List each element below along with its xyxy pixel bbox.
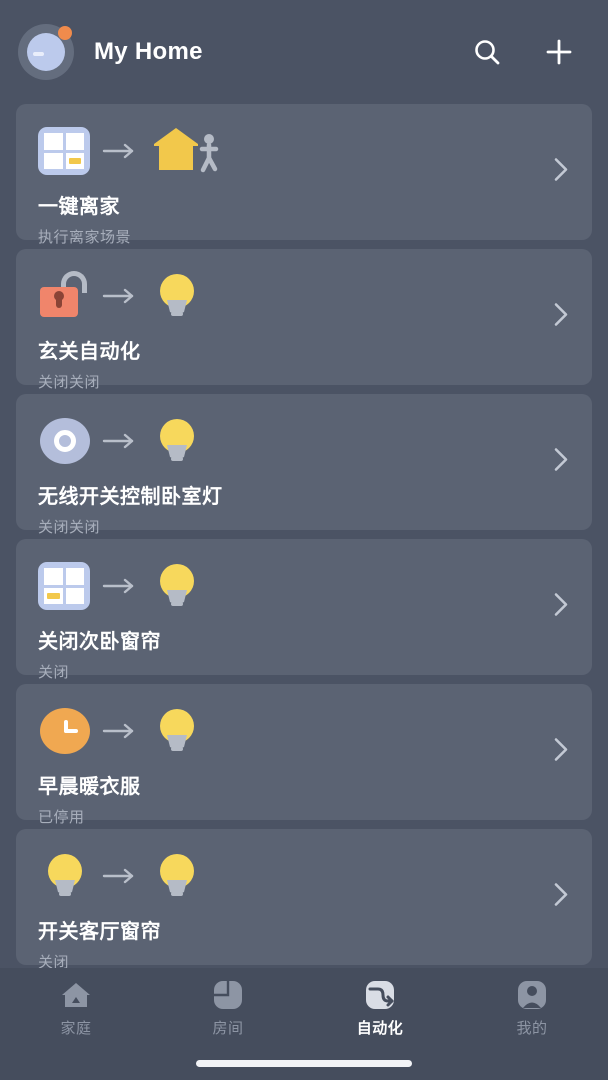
nav-item-home[interactable]: 家庭 bbox=[0, 978, 152, 1038]
avatar[interactable] bbox=[18, 24, 74, 80]
automation-subtitle: 关闭 bbox=[38, 664, 70, 681]
automation-card[interactable]: 无线开关控制卧室灯 关闭关闭 bbox=[16, 394, 592, 536]
automation-card[interactable]: 玄关自动化 关闭关闭 bbox=[16, 249, 592, 391]
automation-title: 早晨暖衣服 bbox=[38, 776, 141, 798]
profile-icon bbox=[515, 978, 549, 1012]
nav-label: 我的 bbox=[516, 1020, 548, 1037]
automation-card[interactable]: 开关客厅窗帘 关闭 bbox=[16, 829, 592, 971]
notification-dot bbox=[58, 26, 72, 40]
avatar-face-detail bbox=[33, 52, 44, 56]
automation-subtitle: 执行离家场景 bbox=[38, 229, 132, 246]
chevron-right-icon[interactable] bbox=[552, 880, 570, 915]
nav-item-profile[interactable]: 我的 bbox=[456, 978, 608, 1038]
lightbulb-icon bbox=[38, 849, 92, 903]
search-button[interactable] bbox=[464, 29, 510, 75]
search-icon bbox=[475, 40, 500, 65]
automation-icon-row bbox=[38, 704, 592, 758]
arrow-right-icon bbox=[92, 722, 150, 740]
nav-item-rooms[interactable]: 房间 bbox=[152, 978, 304, 1038]
bottom-navigation: 家庭 房间 自动化 我的 bbox=[0, 968, 608, 1080]
automation-title: 一键离家 bbox=[38, 196, 120, 218]
automation-title: 关闭次卧窗帘 bbox=[38, 631, 161, 653]
automation-title: 玄关自动化 bbox=[38, 341, 141, 363]
automation-icon-row bbox=[38, 559, 592, 613]
page-title: My Home bbox=[94, 38, 203, 65]
lightbulb-icon bbox=[150, 849, 204, 903]
home-icon bbox=[59, 978, 93, 1012]
arrow-right-icon bbox=[92, 577, 150, 595]
chevron-right-icon[interactable] bbox=[552, 590, 570, 625]
automation-card[interactable]: 关闭次卧窗帘 关闭 bbox=[16, 539, 592, 681]
wireless-switch-icon bbox=[38, 414, 92, 468]
house-leaving-icon bbox=[150, 124, 230, 178]
automation-title: 无线开关控制卧室灯 bbox=[38, 486, 223, 508]
arrow-right-icon bbox=[92, 287, 150, 305]
chevron-right-icon[interactable] bbox=[552, 735, 570, 770]
app-header: My Home bbox=[0, 0, 608, 104]
automation-card[interactable]: 早晨暖衣服 已停用 bbox=[16, 684, 592, 826]
automation-icon-row bbox=[38, 124, 592, 178]
panel-switch-icon bbox=[38, 124, 92, 178]
nav-item-automation[interactable]: 自动化 bbox=[304, 978, 456, 1038]
panel-switch-icon bbox=[38, 559, 92, 613]
nav-label: 家庭 bbox=[60, 1020, 92, 1037]
lightbulb-icon bbox=[150, 559, 204, 613]
automation-subtitle: 已停用 bbox=[38, 809, 85, 826]
rooms-icon bbox=[211, 978, 245, 1012]
automation-icon-row bbox=[38, 269, 592, 323]
arrow-right-icon bbox=[92, 867, 150, 885]
automation-title: 开关客厅窗帘 bbox=[38, 921, 161, 943]
arrow-right-icon bbox=[92, 142, 150, 160]
clock-icon bbox=[38, 704, 92, 758]
automation-list: 一键离家 执行离家场景 玄关自动化 关闭关闭 无线开关控制卧室灯 关闭关闭 关闭… bbox=[0, 104, 608, 971]
home-indicator[interactable] bbox=[196, 1060, 412, 1067]
arrow-right-icon bbox=[92, 432, 150, 450]
automation-icon bbox=[363, 978, 397, 1012]
unlocked-padlock-icon bbox=[38, 269, 92, 323]
automation-icon-row bbox=[38, 414, 592, 468]
automation-subtitle: 关闭关闭 bbox=[38, 519, 101, 536]
nav-label: 房间 bbox=[212, 1020, 244, 1037]
automation-icon-row bbox=[38, 849, 592, 903]
lightbulb-icon bbox=[150, 269, 204, 323]
nav-label: 自动化 bbox=[356, 1020, 404, 1037]
chevron-right-icon[interactable] bbox=[552, 155, 570, 190]
lightbulb-icon bbox=[150, 704, 204, 758]
automation-card[interactable]: 一键离家 执行离家场景 bbox=[16, 104, 592, 246]
chevron-right-icon[interactable] bbox=[552, 300, 570, 335]
automation-subtitle: 关闭关闭 bbox=[38, 374, 101, 391]
plus-icon bbox=[546, 39, 572, 65]
chevron-right-icon[interactable] bbox=[552, 445, 570, 480]
lightbulb-icon bbox=[150, 414, 204, 468]
add-button[interactable] bbox=[536, 29, 582, 75]
